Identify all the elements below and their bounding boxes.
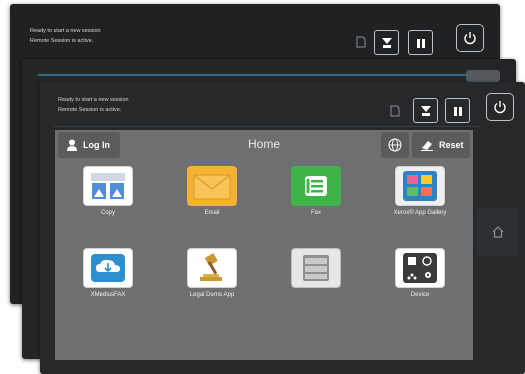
app-gallery[interactable]: Xerox® App Gallery: [375, 166, 465, 216]
status-line-1: Ready to start a new session: [58, 97, 129, 103]
language-button[interactable]: [381, 132, 409, 158]
status-line-1: Ready to start a new session: [30, 28, 101, 34]
app-label: XMediusFAX: [90, 292, 126, 298]
panel-highlight-line: [38, 74, 466, 76]
pause-icon: [453, 106, 462, 116]
pause-icon: [416, 38, 425, 48]
page-title: Home: [247, 137, 280, 151]
pause-button-back[interactable]: [408, 30, 433, 55]
job-status-icon: [381, 37, 392, 48]
home-icon: [492, 226, 504, 238]
job-status-icon: [420, 105, 431, 116]
header-divider: [54, 126, 479, 127]
power-icon: [494, 101, 506, 114]
xmediusfax-icon: [83, 248, 133, 288]
job-status-button[interactable]: [413, 98, 438, 123]
app-file-drawer[interactable]: [271, 248, 361, 292]
email-icon: [187, 166, 237, 206]
power-icon: [464, 32, 476, 45]
app-label: Legal Demo App: [189, 292, 235, 298]
file-drawer-icon: [291, 248, 341, 288]
home-button[interactable]: [477, 208, 519, 256]
device-icon: [395, 248, 445, 288]
app-fax[interactable]: Fax: [271, 166, 361, 216]
app-label: Copy: [100, 210, 115, 216]
app-gallery-icon: [395, 166, 445, 206]
status-text-front: Ready to start a new session Remote Sess…: [58, 95, 129, 115]
device-panel-front: Ready to start a new session Remote Sess…: [40, 82, 525, 374]
app-label: Xerox® App Gallery: [393, 210, 447, 216]
app-legal-demo[interactable]: Legal Demo App: [167, 248, 257, 298]
pause-button[interactable]: [445, 98, 470, 123]
app-copy[interactable]: Copy: [63, 166, 153, 216]
document-icon: [390, 105, 400, 117]
app-device[interactable]: Device: [375, 248, 465, 298]
legal-gavel-icon: [187, 248, 237, 288]
power-button-back[interactable]: [456, 24, 484, 52]
eraser-icon: [421, 141, 433, 151]
panel-button-partial: [466, 70, 500, 82]
home-screen: Log In Home Reset Copy Email Fax Xerox® …: [55, 130, 473, 360]
fax-icon: [291, 166, 341, 206]
reset-button[interactable]: Reset: [412, 132, 470, 158]
globe-icon: [388, 138, 402, 152]
app-label: Fax: [310, 210, 321, 216]
home-top-bar: Log In Home Reset: [55, 130, 473, 160]
device-screenshot-stack: Ready to start a new session Remote Sess…: [0, 0, 525, 374]
status-text-back: Ready to start a new session Remote Sess…: [30, 26, 101, 46]
power-button[interactable]: [486, 93, 514, 121]
app-label: Email: [204, 210, 220, 216]
app-xmediusfax[interactable]: XMediusFAX: [63, 248, 153, 298]
job-status-button-back[interactable]: [374, 30, 399, 55]
document-icon: [356, 36, 366, 48]
app-email[interactable]: Email: [167, 166, 257, 216]
app-label: Device: [410, 292, 430, 298]
status-line-2: Remote Session is active.: [30, 38, 94, 44]
reset-label: Reset: [439, 140, 464, 150]
status-line-2: Remote Session is active.: [58, 107, 122, 113]
copy-icon: [83, 166, 133, 206]
